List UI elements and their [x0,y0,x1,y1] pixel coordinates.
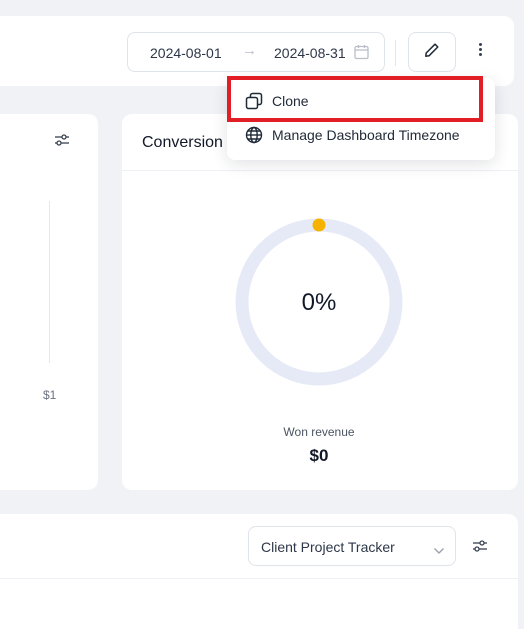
filter-settings-icon[interactable] [472,539,488,558]
more-options-menu: Clone Manage Dashboard Timezone [227,78,495,160]
chart-axis-line [49,201,50,363]
pipeline-select[interactable]: Client Project Tracker [248,526,456,566]
date-start[interactable]: 2024-08-01 [150,45,222,61]
calendar-icon[interactable] [354,44,369,63]
more-vertical-icon [478,43,482,46]
edit-dashboard-button[interactable] [408,32,456,72]
clone-icon [245,92,263,113]
card-divider [0,578,518,579]
conversion-percent: 0% [301,289,337,316]
won-revenue-value: $0 [309,446,329,465]
filter-settings-icon[interactable] [54,133,70,152]
globe-icon [245,126,263,147]
axis-tick-label: $1 [43,388,57,402]
date-end[interactable]: 2024-08-31 [274,45,346,61]
toolbar-divider [395,40,396,66]
pipeline-select-value: Client Project Tracker [261,539,395,555]
won-revenue-label: Won revenue [283,425,355,439]
more-options-button[interactable] [471,41,489,63]
menu-item-label: Manage Dashboard Timezone [272,127,460,143]
card-divider [122,170,518,171]
ring-indicator-dot [312,218,326,232]
conversion-widget-title: Conversion [142,134,223,151]
date-range-picker[interactable]: 2024-08-01 → 2024-08-31 [127,32,385,72]
menu-item-manage-timezone[interactable]: Manage Dashboard Timezone [227,118,495,152]
menu-item-clone[interactable]: Clone [227,84,495,118]
chevron-down-icon [433,542,445,558]
pencil-icon [424,42,440,63]
date-arrow: → [242,42,257,59]
menu-item-label: Clone [272,93,309,109]
